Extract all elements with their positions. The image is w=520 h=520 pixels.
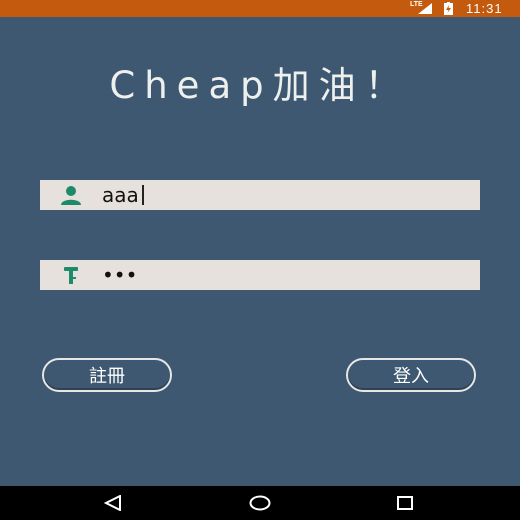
password-field[interactable] xyxy=(40,260,480,290)
app-title: Cheap加油！ xyxy=(109,64,411,107)
status-bar: LTE 11:31 xyxy=(0,0,520,17)
username-input[interactable] xyxy=(102,180,472,210)
clock: 11:31 xyxy=(466,1,503,16)
username-field[interactable] xyxy=(40,180,480,210)
signal-icon xyxy=(418,3,432,14)
password-input[interactable] xyxy=(102,260,472,290)
back-triangle-icon[interactable] xyxy=(104,495,122,511)
text-cursor xyxy=(142,185,144,205)
register-button[interactable]: 註冊 xyxy=(42,358,172,392)
home-circle-icon[interactable] xyxy=(249,495,271,511)
person-icon xyxy=(61,186,81,205)
navigation-bar xyxy=(0,486,520,520)
battery-charging-icon xyxy=(444,2,453,15)
recents-square-icon[interactable] xyxy=(396,495,414,511)
key-icon xyxy=(64,267,78,284)
login-button[interactable]: 登入 xyxy=(346,358,476,392)
